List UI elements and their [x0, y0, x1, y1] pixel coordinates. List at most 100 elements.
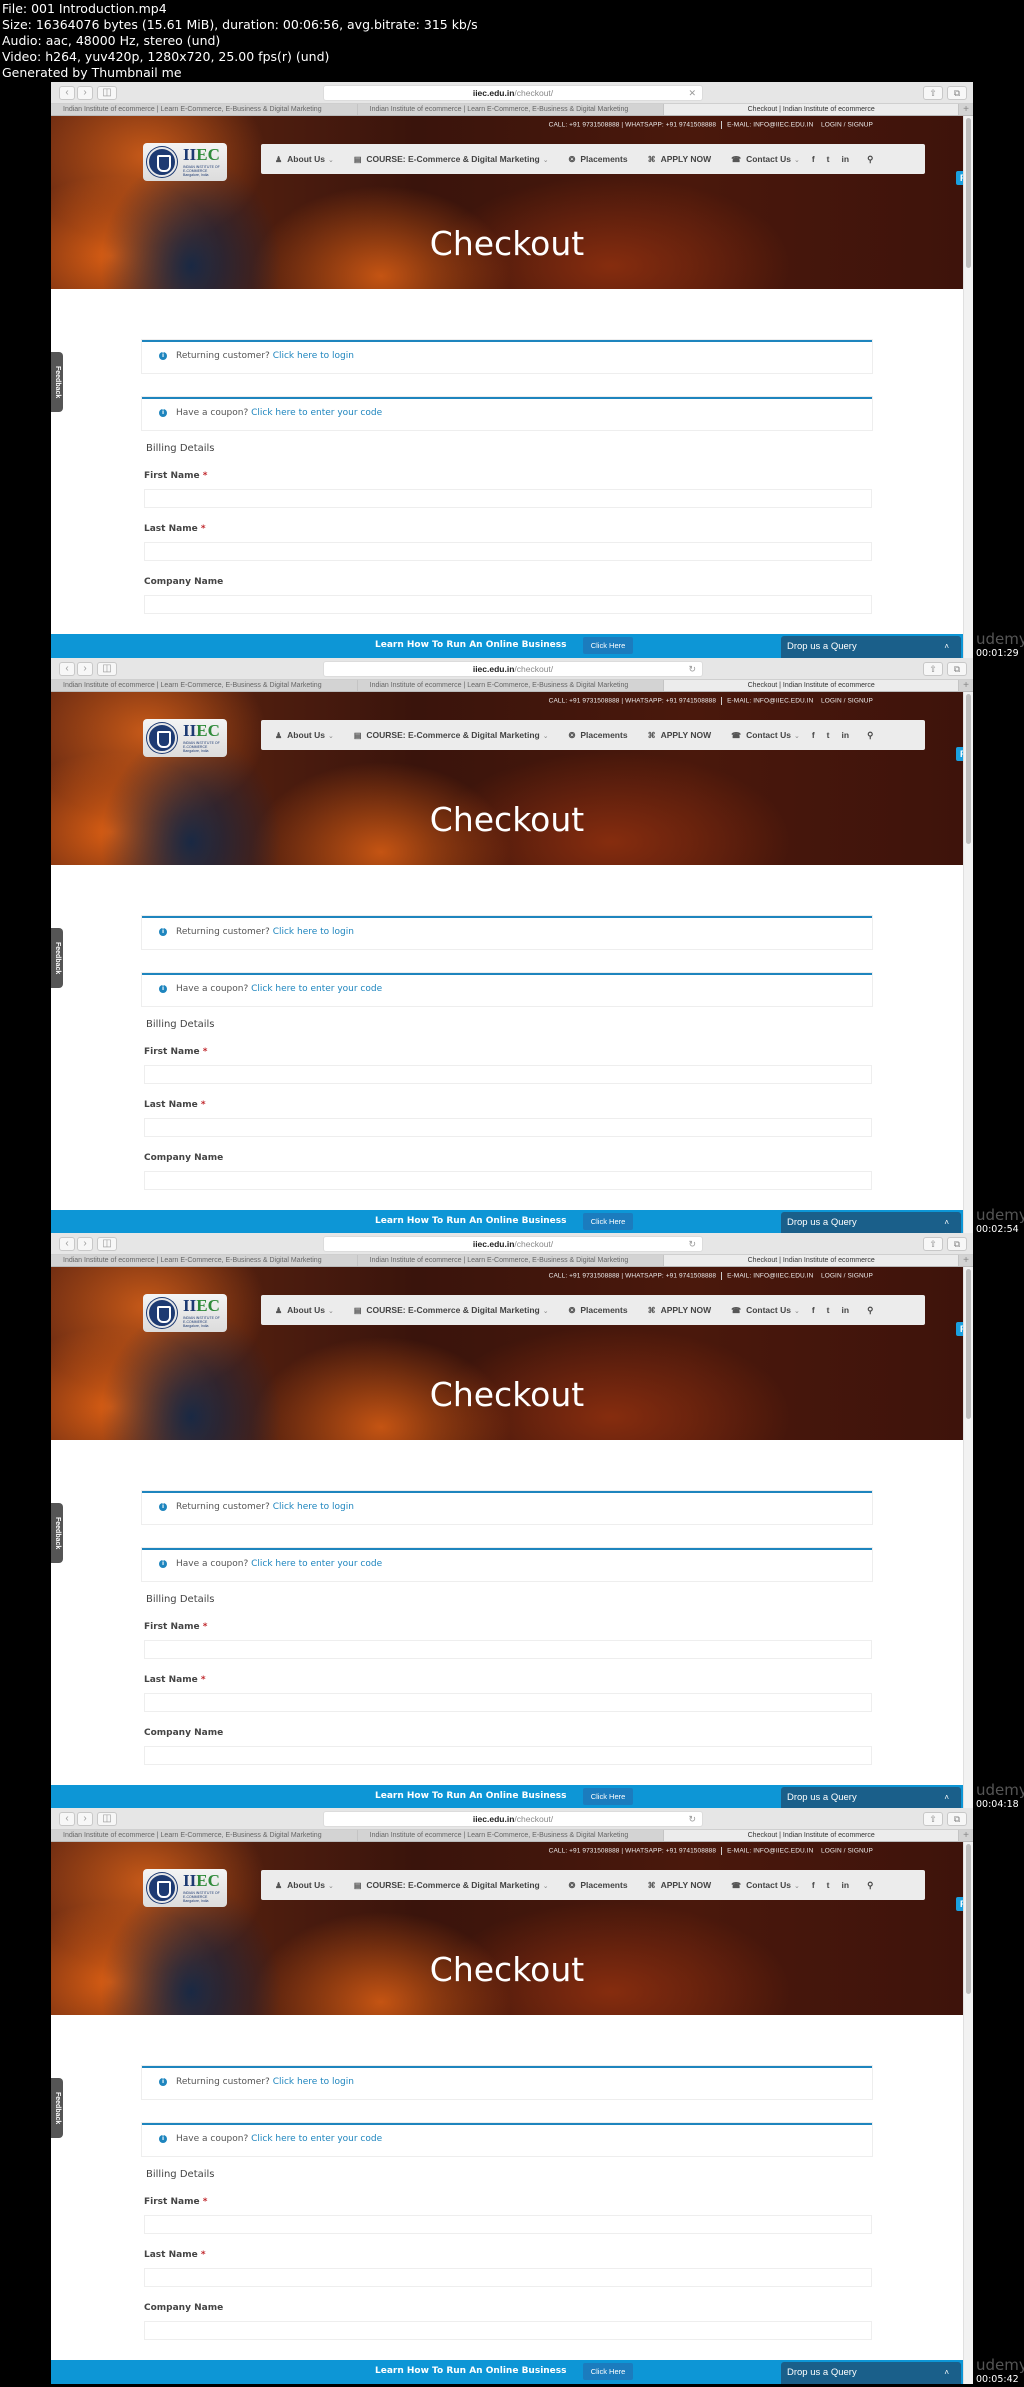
- address-bar[interactable]: iiec.edu.in/checkout/ ↻: [323, 1811, 703, 1827]
- forward-button[interactable]: ›: [77, 662, 93, 676]
- nav-course[interactable]: ▤ COURSE: E-Commerce & Digital Marketing ⌄: [354, 1305, 549, 1315]
- nav-about-us[interactable]: ♟ About Us ⌄: [275, 154, 334, 164]
- share-button[interactable]: ⇧: [923, 1237, 943, 1251]
- tabs-button[interactable]: ⧉: [947, 1237, 967, 1251]
- twitter-icon[interactable]: t: [827, 730, 830, 740]
- site-logo[interactable]: IIEC INDIAN INSTITUTE OF E-COMMERCE Bang…: [143, 143, 227, 181]
- promo-click-here-button[interactable]: Click Here: [583, 637, 633, 654]
- login-link[interactable]: Click here to login: [273, 927, 354, 937]
- sidebar-button[interactable]: ◫: [97, 1237, 117, 1251]
- page-scrollbar[interactable]: [963, 1267, 973, 1809]
- forward-button[interactable]: ›: [77, 86, 93, 100]
- tab-home-2[interactable]: Indian Institute of ecommerce | Learn E-…: [358, 1830, 665, 1841]
- tab-home-1[interactable]: Indian Institute of ecommerce | Learn E-…: [51, 1255, 358, 1266]
- promo-click-here-button[interactable]: Click Here: [583, 1788, 633, 1805]
- forward-button[interactable]: ›: [77, 1812, 93, 1826]
- coupon-link[interactable]: Click here to enter your code: [251, 2134, 382, 2144]
- login-signup-link[interactable]: LOGIN / SIGNUP: [821, 698, 873, 705]
- nav-placements[interactable]: ❂ Placements: [569, 1880, 628, 1890]
- facebook-icon[interactable]: f: [812, 154, 815, 164]
- tab-checkout[interactable]: Checkout | Indian Institute of ecommerce: [664, 680, 960, 691]
- drop-query-widget[interactable]: Drop us a Query ˄: [781, 1787, 961, 1809]
- nav-contact-us[interactable]: ☎ Contact Us ⌄: [731, 730, 800, 740]
- nav-about-us[interactable]: ♟ About Us ⌄: [275, 730, 334, 740]
- nav-contact-us[interactable]: ☎ Contact Us ⌄: [731, 154, 800, 164]
- back-button[interactable]: ‹: [59, 662, 75, 676]
- facebook-icon[interactable]: f: [812, 1880, 815, 1890]
- address-bar[interactable]: iiec.edu.in/checkout/ ↻: [323, 661, 703, 677]
- first-name-input[interactable]: [144, 1065, 872, 1084]
- share-button[interactable]: ⇧: [923, 1812, 943, 1826]
- share-button[interactable]: ⇧: [923, 86, 943, 100]
- nav-placements[interactable]: ❂ Placements: [569, 730, 628, 740]
- facebook-icon[interactable]: f: [812, 730, 815, 740]
- new-tab-button[interactable]: +: [959, 1830, 973, 1841]
- forward-button[interactable]: ›: [77, 1237, 93, 1251]
- coupon-link[interactable]: Click here to enter your code: [251, 408, 382, 418]
- nav-course[interactable]: ▤ COURSE: E-Commerce & Digital Marketing ⌄: [354, 154, 549, 164]
- coupon-link[interactable]: Click here to enter your code: [251, 1559, 382, 1569]
- company-name-input[interactable]: [144, 2321, 872, 2340]
- login-link[interactable]: Click here to login: [273, 2077, 354, 2087]
- nav-course[interactable]: ▤ COURSE: E-Commerce & Digital Marketing ⌄: [354, 730, 549, 740]
- last-name-input[interactable]: [144, 1693, 872, 1712]
- tabs-button[interactable]: ⧉: [947, 662, 967, 676]
- site-logo[interactable]: IIEC INDIAN INSTITUTE OF E-COMMERCE Bang…: [143, 719, 227, 757]
- linkedin-icon[interactable]: in: [842, 1880, 850, 1890]
- site-logo[interactable]: IIEC INDIAN INSTITUTE OF E-COMMERCE Bang…: [143, 1869, 227, 1907]
- linkedin-icon[interactable]: in: [842, 154, 850, 164]
- drop-query-widget[interactable]: Drop us a Query ˄: [781, 636, 961, 658]
- scrollbar-thumb[interactable]: [966, 118, 971, 268]
- back-button[interactable]: ‹: [59, 86, 75, 100]
- new-tab-button[interactable]: +: [959, 680, 973, 691]
- sidebar-button[interactable]: ◫: [97, 86, 117, 100]
- tab-checkout[interactable]: Checkout | Indian Institute of ecommerce: [664, 104, 960, 115]
- twitter-icon[interactable]: t: [827, 1305, 830, 1315]
- page-scrollbar[interactable]: [963, 1842, 973, 2384]
- company-name-input[interactable]: [144, 1171, 872, 1190]
- tabs-button[interactable]: ⧉: [947, 1812, 967, 1826]
- search-icon[interactable]: ⚲: [867, 1305, 873, 1316]
- feedback-tab[interactable]: Feedback: [51, 2078, 63, 2138]
- nav-apply-now[interactable]: ⌘ APPLY NOW: [648, 730, 712, 740]
- twitter-icon[interactable]: t: [827, 1880, 830, 1890]
- tab-home-1[interactable]: Indian Institute of ecommerce | Learn E-…: [51, 104, 358, 115]
- site-logo[interactable]: IIEC INDIAN INSTITUTE OF E-COMMERCE Bang…: [143, 1294, 227, 1332]
- reload-icon[interactable]: ↻: [688, 1237, 696, 1251]
- reload-icon[interactable]: ↻: [688, 662, 696, 676]
- coupon-link[interactable]: Click here to enter your code: [251, 984, 382, 994]
- sidebar-button[interactable]: ◫: [97, 1812, 117, 1826]
- search-icon[interactable]: ⚲: [867, 1880, 873, 1891]
- first-name-input[interactable]: [144, 2215, 872, 2234]
- feedback-tab[interactable]: Feedback: [51, 928, 63, 988]
- login-signup-link[interactable]: LOGIN / SIGNUP: [821, 122, 873, 129]
- back-button[interactable]: ‹: [59, 1237, 75, 1251]
- login-link[interactable]: Click here to login: [273, 351, 354, 361]
- linkedin-icon[interactable]: in: [842, 1305, 850, 1315]
- tab-checkout[interactable]: Checkout | Indian Institute of ecommerce: [664, 1255, 960, 1266]
- last-name-input[interactable]: [144, 542, 872, 561]
- nav-apply-now[interactable]: ⌘ APPLY NOW: [648, 154, 712, 164]
- new-tab-button[interactable]: +: [959, 104, 973, 115]
- twitter-icon[interactable]: t: [827, 154, 830, 164]
- scrollbar-thumb[interactable]: [966, 1844, 971, 1994]
- first-name-input[interactable]: [144, 489, 872, 508]
- address-bar[interactable]: iiec.edu.in/checkout/ ✕: [323, 85, 703, 101]
- scrollbar-thumb[interactable]: [966, 694, 971, 844]
- search-icon[interactable]: ⚲: [867, 154, 873, 165]
- nav-placements[interactable]: ❂ Placements: [569, 154, 628, 164]
- tab-home-1[interactable]: Indian Institute of ecommerce | Learn E-…: [51, 1830, 358, 1841]
- drop-query-widget[interactable]: Drop us a Query ˄: [781, 1212, 961, 1234]
- drop-query-widget[interactable]: Drop us a Query ˄: [781, 2362, 961, 2384]
- scrollbar-thumb[interactable]: [966, 1269, 971, 1419]
- tab-checkout[interactable]: Checkout | Indian Institute of ecommerce: [664, 1830, 960, 1841]
- reload-icon[interactable]: ✕: [688, 86, 696, 100]
- nav-contact-us[interactable]: ☎ Contact Us ⌄: [731, 1305, 800, 1315]
- login-signup-link[interactable]: LOGIN / SIGNUP: [821, 1848, 873, 1855]
- page-scrollbar[interactable]: [963, 692, 973, 1234]
- company-name-input[interactable]: [144, 1746, 872, 1765]
- nav-contact-us[interactable]: ☎ Contact Us ⌄: [731, 1880, 800, 1890]
- nav-about-us[interactable]: ♟ About Us ⌄: [275, 1305, 334, 1315]
- tab-home-2[interactable]: Indian Institute of ecommerce | Learn E-…: [358, 1255, 665, 1266]
- first-name-input[interactable]: [144, 1640, 872, 1659]
